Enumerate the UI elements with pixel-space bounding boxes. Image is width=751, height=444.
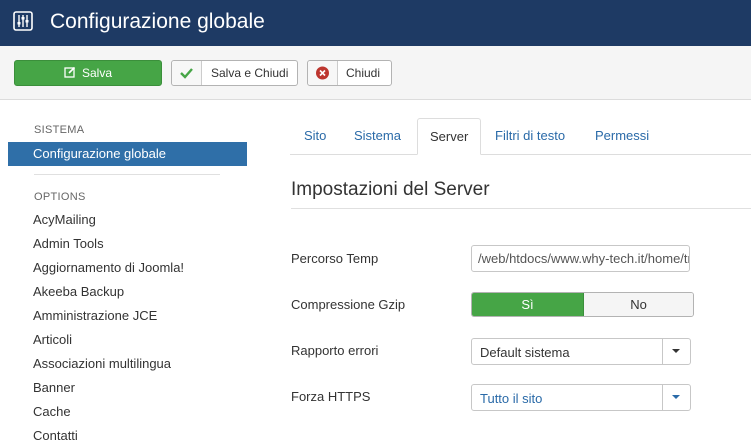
force-https-value: Tutto il sito [480,391,543,406]
temp-path-label: Percorso Temp [291,251,379,266]
save-and-close-button[interactable]: Salva e Chiudi [171,60,298,86]
sidebar-item-label: Configurazione globale [33,146,166,161]
gzip-no-option[interactable]: No [584,293,693,316]
gzip-yes-option[interactable]: Sì [472,293,584,316]
chevron-down-icon[interactable] [662,385,690,410]
error-reporting-select[interactable]: Default sistema [471,338,691,365]
sidebar-item-jce-admin[interactable]: Amministrazione JCE [33,308,157,324]
error-reporting-label: Rapporto errori [291,343,379,358]
temp-path-value: /web/htdocs/www.why-tech.it/home/tmp [478,251,690,266]
save-and-close-label: Salva e Chiudi [211,66,289,80]
tab-server[interactable]: Server [417,118,481,155]
save-button[interactable]: Salva [14,60,162,86]
tab-site[interactable]: Sito [304,118,344,154]
force-https-select[interactable]: Tutto il sito [471,384,691,411]
tab-permissions[interactable]: Permessi [595,118,665,154]
sidebar-item-joomla-update[interactable]: Aggiornamento di Joomla! [33,260,184,276]
sidebar-item-articles[interactable]: Articoli [33,332,72,348]
toolbar: Salva Salva e Chiudi Chiudi [0,46,751,100]
sidebar-item-akeeba-backup[interactable]: Akeeba Backup [33,284,124,300]
temp-path-input[interactable]: /web/htdocs/www.why-tech.it/home/tmp [471,245,690,272]
sidebar-item-contacts[interactable]: Contatti [33,428,78,444]
chevron-down-icon[interactable] [662,339,690,364]
gzip-label: Compressione Gzip [291,297,406,312]
section-divider [291,208,751,209]
cancel-icon [316,66,329,80]
gzip-toggle: Sì No [471,292,694,317]
sidebar-item-acymailing[interactable]: AcyMailing [33,212,96,228]
app-header: Configurazione globale [0,0,751,46]
page-title: Configurazione globale [50,10,265,33]
sidebar-heading-options: OPTIONS [34,191,86,203]
close-label: Chiudi [346,66,381,80]
error-reporting-value: Default sistema [480,345,570,360]
sidebar-item-multilingual-associations[interactable]: Associazioni multilingua [33,356,171,372]
sidebar-item-global-configuration[interactable]: Configurazione globale [8,142,247,166]
tab-text-filters[interactable]: Filtri di testo [495,118,585,154]
sidebar-item-admin-tools[interactable]: Admin Tools [33,236,104,252]
edit-icon [64,66,76,78]
tab-bar: Sito Sistema Server Filtri di testo Perm… [290,118,751,155]
force-https-label: Forza HTTPS [291,389,371,404]
sidebar-item-banners[interactable]: Banner [33,380,75,396]
sliders-icon [13,11,33,31]
close-button[interactable]: Chiudi [307,60,392,86]
section-title: Impostazioni del Server [291,179,490,200]
tab-system[interactable]: Sistema [354,118,414,154]
sidebar-divider [34,174,220,175]
sidebar-heading-system: SISTEMA [34,124,85,136]
sidebar-item-cache[interactable]: Cache [33,404,71,420]
check-icon [180,68,193,79]
save-button-label: Salva [81,66,113,80]
